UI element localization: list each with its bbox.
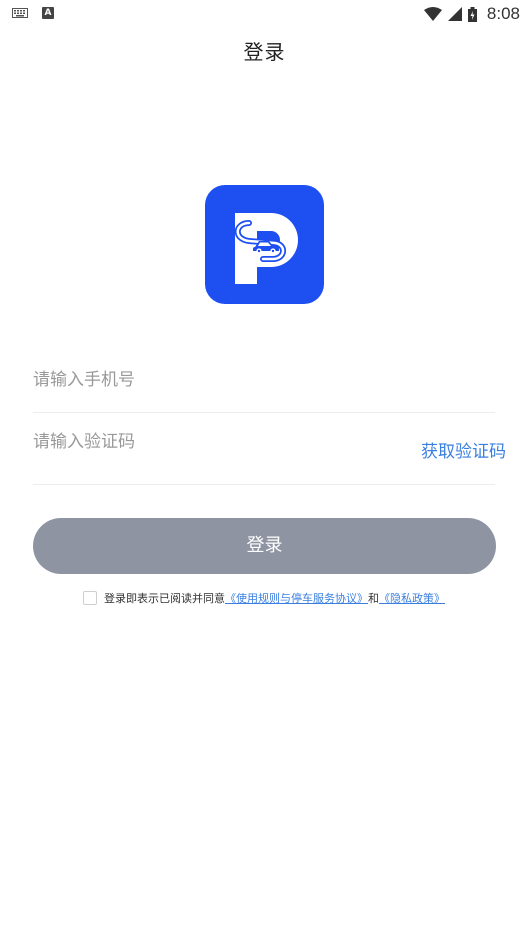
login-button[interactable]: 登录 xyxy=(33,518,496,574)
phone-field xyxy=(33,358,495,416)
status-right: 8:08 xyxy=(423,4,520,24)
parking-car-logo-icon xyxy=(234,213,298,284)
privacy-policy-link[interactable]: 《隐私政策》 xyxy=(379,590,445,606)
cell-signal-icon xyxy=(447,7,462,21)
agreement-row: 登录即表示已阅读并同意 《使用规则与停车服务协议》 和 《隐私政策》 xyxy=(83,590,445,606)
status-left: A xyxy=(12,7,54,19)
agreement-conjunction: 和 xyxy=(368,592,379,605)
app-logo xyxy=(205,185,324,304)
status-time: 8:08 xyxy=(486,4,520,23)
login-screen: A 8:08 登录 请输入手机号 请输入验证码 获取验证码 登录 登录即表示已阅… xyxy=(0,0,529,945)
battery-icon xyxy=(467,6,477,22)
verification-code-input[interactable] xyxy=(33,432,363,452)
code-divider xyxy=(33,484,495,485)
page-title: 登录 xyxy=(243,40,286,64)
keyboard-icon xyxy=(12,8,28,18)
status-bar: A 8:08 xyxy=(0,0,529,28)
wifi-icon xyxy=(423,7,442,21)
phone-input[interactable] xyxy=(33,370,363,390)
agreement-checkbox[interactable] xyxy=(83,591,97,605)
get-code-button[interactable]: 获取验证码 xyxy=(421,437,506,462)
phone-divider xyxy=(33,412,495,413)
agreement-prefix: 登录即表示已阅读并同意 xyxy=(104,592,225,605)
service-agreement-link[interactable]: 《使用规则与停车服务协议》 xyxy=(225,590,368,606)
a-notification-icon: A xyxy=(42,7,54,19)
